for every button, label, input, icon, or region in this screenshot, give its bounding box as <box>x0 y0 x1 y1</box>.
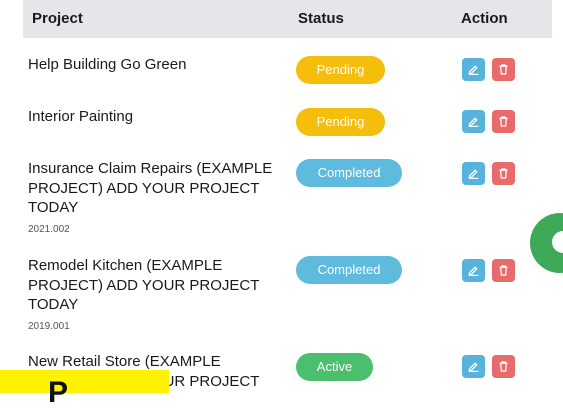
edit-button[interactable] <box>462 162 485 185</box>
trash-icon <box>499 361 508 372</box>
trash-icon <box>499 265 508 276</box>
overlay-banner-text: P <box>48 376 69 409</box>
edit-icon <box>468 117 479 128</box>
project-code: 2021.002 <box>28 223 70 235</box>
trash-icon <box>499 116 508 127</box>
delete-button[interactable] <box>492 58 515 81</box>
project-title: Help Building Go Green <box>28 56 187 73</box>
project-title-block: Insurance Claim Repairs (EXAMPLE PROJECT… <box>28 159 283 239</box>
edit-button[interactable] <box>462 355 485 378</box>
projects-table: Project Status Action Help Building Go G… <box>23 0 552 390</box>
overlay-banner: P <box>0 370 169 408</box>
status-badge: Pending <box>296 108 385 136</box>
project-title: Remodel Kitchen (EXAMPLE PROJECT) ADD YO… <box>28 257 260 313</box>
delete-button[interactable] <box>492 355 515 378</box>
status-badge: Active <box>296 353 373 381</box>
project-title-block: Remodel Kitchen (EXAMPLE PROJECT) ADD YO… <box>28 256 283 336</box>
status-badge: Completed <box>296 159 402 187</box>
edit-icon <box>468 266 479 277</box>
table-row: Interior Painting Pending <box>23 107 552 147</box>
status-badge: Pending <box>296 56 385 84</box>
header-action: Action <box>461 10 508 27</box>
delete-button[interactable] <box>492 162 515 185</box>
edit-icon <box>468 362 479 373</box>
edit-icon <box>468 169 479 180</box>
delete-button[interactable] <box>492 110 515 133</box>
header-status: Status <box>298 10 344 27</box>
edit-button[interactable] <box>462 110 485 133</box>
edit-button[interactable] <box>462 58 485 81</box>
edit-button[interactable] <box>462 259 485 282</box>
project-title: Interior Painting <box>28 108 134 125</box>
table-row: Insurance Claim Repairs (EXAMPLE PROJECT… <box>23 159 552 239</box>
chat-icon <box>552 231 563 253</box>
table-row: Help Building Go Green Pending <box>23 55 552 95</box>
project-title: Insurance Claim Repairs (EXAMPLE PROJECT… <box>28 160 273 216</box>
header-project: Project <box>32 10 83 27</box>
delete-button[interactable] <box>492 259 515 282</box>
table-header: Project Status Action <box>23 0 552 38</box>
status-badge: Completed <box>296 256 402 284</box>
trash-icon <box>499 64 508 75</box>
edit-icon <box>468 65 479 76</box>
table-row: Remodel Kitchen (EXAMPLE PROJECT) ADD YO… <box>23 256 552 336</box>
project-code: 2019.001 <box>28 320 70 332</box>
trash-icon <box>499 168 508 179</box>
